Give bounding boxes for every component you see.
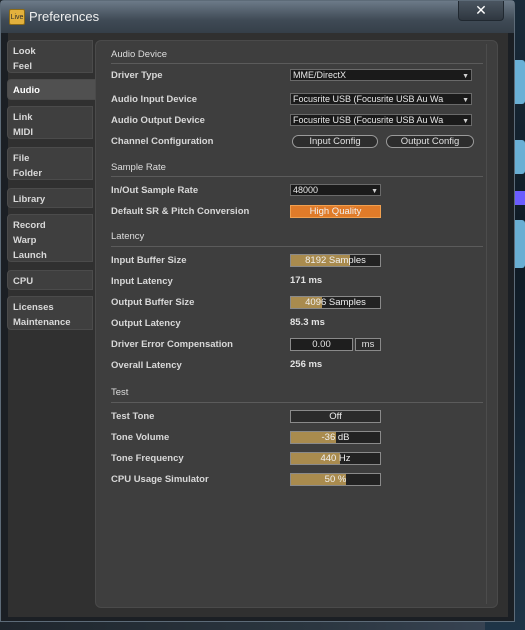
section-latency: Latency bbox=[111, 231, 145, 242]
cpu-usage-simulator-label: CPU Usage Simulator bbox=[111, 474, 209, 485]
divider bbox=[111, 176, 483, 177]
divider bbox=[111, 246, 483, 247]
output-buffer-size-label: Output Buffer Size bbox=[111, 297, 195, 308]
output-config-button[interactable]: Output Config bbox=[386, 135, 474, 148]
title-bar: Live Preferences ✕ bbox=[1, 1, 514, 33]
high-quality-value: High Quality bbox=[309, 206, 362, 217]
tab-label: Library bbox=[13, 194, 46, 205]
test-tone-label: Test Tone bbox=[111, 411, 155, 422]
chevron-down-icon: ▼ bbox=[462, 97, 469, 104]
tone-frequency-slider[interactable]: 440 Hz bbox=[290, 452, 381, 465]
input-config-button[interactable]: Input Config bbox=[292, 135, 378, 148]
tab-label: Record bbox=[13, 220, 46, 231]
tab-label: Maintenance bbox=[13, 317, 71, 328]
chevron-down-icon: ▼ bbox=[371, 188, 378, 195]
tone-volume-label: Tone Volume bbox=[111, 432, 170, 443]
tab-label: Audio bbox=[13, 85, 40, 96]
unit-ms-label: ms bbox=[355, 338, 381, 351]
default-sr-label: Default SR & Pitch Conversion bbox=[111, 206, 250, 217]
input-buffer-size-slider[interactable]: 8192 Samples bbox=[290, 254, 381, 267]
tone-volume-slider[interactable]: -36 dB bbox=[290, 431, 381, 444]
driver-type-select[interactable]: MME/DirectX ▼ bbox=[290, 69, 472, 81]
tab-record-warp-launch[interactable]: Record Warp Launch bbox=[7, 214, 93, 262]
tab-label: Licenses bbox=[13, 302, 54, 313]
audio-input-device-value: Focusrite USB (Focusrite USB Au Wa bbox=[293, 94, 444, 104]
tab-label: Folder bbox=[13, 168, 43, 179]
tab-audio[interactable]: Audio bbox=[7, 79, 97, 100]
tab-file-folder[interactable]: File Folder bbox=[7, 147, 93, 180]
tab-look-feel[interactable]: Look Feel bbox=[7, 40, 93, 73]
live-app-icon: Live bbox=[9, 9, 25, 25]
output-latency-value: 85.3 ms bbox=[290, 317, 325, 328]
tab-label: Link bbox=[13, 112, 33, 123]
tab-label: Warp bbox=[13, 235, 37, 246]
cpu-usage-simulator-slider[interactable]: 50 % bbox=[290, 473, 381, 486]
chevron-down-icon: ▼ bbox=[462, 118, 469, 125]
input-latency-value: 171 ms bbox=[290, 275, 323, 286]
overall-latency-label: Overall Latency bbox=[111, 360, 182, 371]
input-buffer-size-value: 8192 Samples bbox=[305, 255, 366, 266]
divider bbox=[111, 63, 483, 64]
channel-configuration-label: Channel Configuration bbox=[111, 136, 214, 147]
tab-label: MIDI bbox=[13, 127, 34, 138]
audio-input-device-select[interactable]: Focusrite USB (Focusrite USB Au Wa ▼ bbox=[290, 93, 472, 105]
sample-rate-label: In/Out Sample Rate bbox=[111, 185, 199, 196]
driver-error-compensation-label: Driver Error Compensation bbox=[111, 339, 233, 350]
section-audio-device: Audio Device bbox=[111, 49, 167, 60]
tab-link-midi[interactable]: Link MIDI bbox=[7, 106, 93, 139]
driver-type-label: Driver Type bbox=[111, 70, 163, 81]
chevron-down-icon: ▼ bbox=[462, 73, 469, 80]
tone-frequency-label: Tone Frequency bbox=[111, 453, 184, 464]
output-latency-label: Output Latency bbox=[111, 318, 181, 329]
window-title: Preferences bbox=[29, 9, 100, 24]
tone-frequency-value: 440 Hz bbox=[320, 453, 351, 464]
tab-label: CPU bbox=[13, 276, 34, 287]
output-buffer-size-slider[interactable]: 4096 Samples bbox=[290, 296, 381, 309]
test-tone-value: Off bbox=[329, 411, 342, 422]
divider bbox=[111, 402, 483, 403]
tab-cpu[interactable]: CPU bbox=[7, 270, 93, 290]
input-latency-label: Input Latency bbox=[111, 276, 173, 287]
tab-label: Feel bbox=[13, 61, 33, 72]
driver-type-value: MME/DirectX bbox=[293, 70, 347, 80]
sample-rate-value: 48000 bbox=[293, 185, 319, 195]
high-quality-toggle[interactable]: High Quality bbox=[290, 205, 381, 218]
close-button[interactable]: ✕ bbox=[458, 1, 504, 21]
cpu-usage-simulator-value: 50 % bbox=[324, 474, 347, 485]
driver-error-compensation-field[interactable]: 0.00 bbox=[290, 338, 353, 351]
overall-latency-value: 256 ms bbox=[290, 359, 323, 370]
audio-output-device-value: Focusrite USB (Focusrite USB Au Wa bbox=[293, 115, 444, 125]
tab-label: Look bbox=[13, 46, 36, 57]
tab-label: File bbox=[13, 153, 30, 164]
section-test: Test bbox=[111, 387, 129, 398]
audio-output-device-label: Audio Output Device bbox=[111, 115, 205, 126]
tab-licenses-maintenance[interactable]: Licenses Maintenance bbox=[7, 296, 93, 330]
tab-library[interactable]: Library bbox=[7, 188, 93, 208]
tab-label: Launch bbox=[13, 250, 47, 261]
test-tone-toggle[interactable]: Off bbox=[290, 410, 381, 423]
section-sample-rate: Sample Rate bbox=[111, 162, 166, 173]
panel-scrollbar[interactable] bbox=[486, 44, 495, 604]
input-buffer-size-label: Input Buffer Size bbox=[111, 255, 187, 266]
tone-volume-value: -36 dB bbox=[321, 432, 350, 443]
sample-rate-select[interactable]: 48000 ▼ bbox=[290, 184, 381, 196]
output-buffer-size-value: 4096 Samples bbox=[305, 297, 366, 308]
audio-input-device-label: Audio Input Device bbox=[111, 94, 198, 105]
audio-output-device-select[interactable]: Focusrite USB (Focusrite USB Au Wa ▼ bbox=[290, 114, 472, 126]
